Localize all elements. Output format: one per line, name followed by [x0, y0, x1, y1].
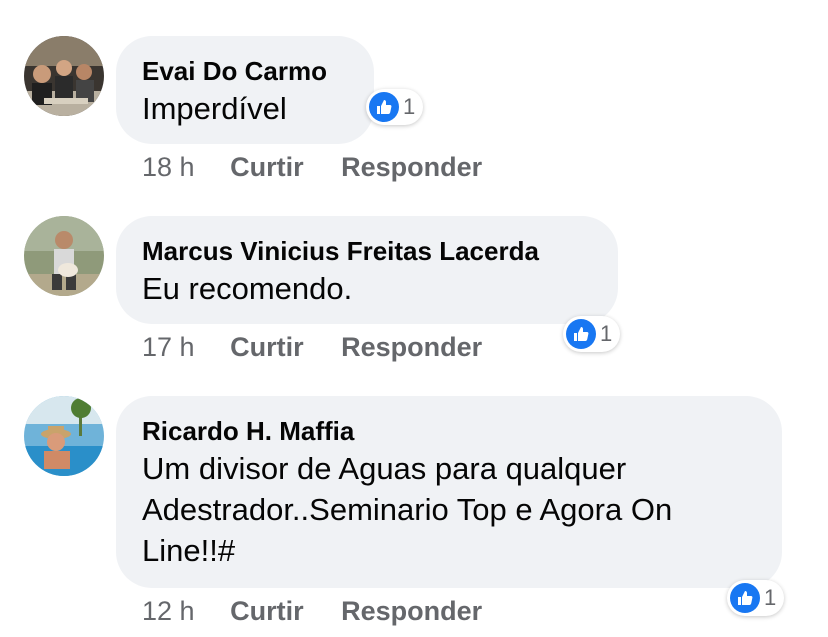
like-icon	[369, 92, 399, 122]
reaction-count: 1	[403, 94, 416, 119]
comment-timestamp[interactable]: 18 h	[142, 152, 195, 182]
reaction-badge[interactable]: 1	[563, 316, 621, 352]
like-icon	[566, 319, 596, 349]
comment-author[interactable]: Ricardo H. Maffia	[142, 414, 756, 448]
comment-text: Eu recomendo.	[142, 271, 353, 306]
avatar[interactable]	[24, 216, 104, 296]
reply-button[interactable]: Responder	[341, 152, 482, 182]
comment-actions: 17 h Curtir Responder	[142, 330, 512, 364]
avatar-photo-man-dog	[24, 216, 104, 296]
comment-text: Imperdível	[142, 91, 287, 126]
comment-text: Um divisor de Aguas para qualquer Adestr…	[142, 451, 673, 568]
like-icon	[730, 583, 760, 613]
comment-bubble: Marcus Vinicius Freitas Lacerda Eu recom…	[116, 216, 618, 324]
like-button[interactable]: Curtir	[230, 152, 304, 182]
reaction-count: 1	[600, 321, 613, 346]
avatar-photo-group	[24, 36, 104, 116]
avatar[interactable]	[24, 36, 104, 116]
comment-author[interactable]: Evai Do Carmo	[142, 54, 348, 88]
comment-bubble: Ricardo H. Maffia Um divisor de Aguas pa…	[116, 396, 782, 588]
reaction-badge[interactable]: 1	[366, 89, 424, 125]
reply-button[interactable]: Responder	[341, 596, 482, 626]
avatar-photo-pool	[24, 396, 104, 476]
comment-author[interactable]: Marcus Vinicius Freitas Lacerda	[142, 234, 592, 268]
avatar[interactable]	[24, 396, 104, 476]
comment-timestamp[interactable]: 17 h	[142, 332, 195, 362]
like-button[interactable]: Curtir	[230, 596, 304, 626]
reply-button[interactable]: Responder	[341, 332, 482, 362]
comment-bubble: Evai Do Carmo Imperdível	[116, 36, 374, 144]
comment-actions: 18 h Curtir Responder	[142, 150, 512, 184]
reaction-count: 1	[764, 585, 777, 610]
comment-actions: 12 h Curtir Responder	[142, 594, 512, 628]
reaction-badge[interactable]: 1	[727, 580, 785, 616]
like-button[interactable]: Curtir	[230, 332, 304, 362]
comment-timestamp[interactable]: 12 h	[142, 596, 195, 626]
